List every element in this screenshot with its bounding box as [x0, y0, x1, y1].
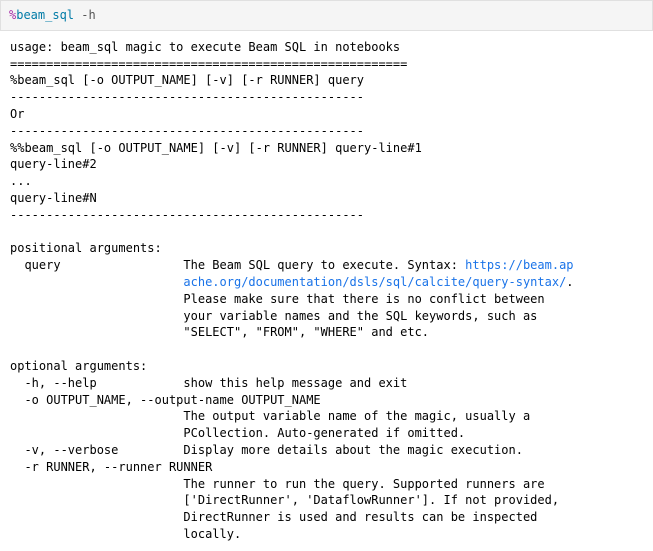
cell-usage-line-4: query-line#N [10, 191, 97, 205]
dash-rule-2: ----------------------------------------… [10, 124, 364, 138]
magic-flag: -h [74, 8, 96, 22]
runner-line-4: DirectRunner is used and results can be … [10, 510, 537, 524]
syntax-link[interactable]: https://beam.ap [465, 258, 573, 272]
dash-rule: ----------------------------------------… [10, 90, 364, 104]
cell-usage-line-2: query-line#2 [10, 157, 97, 171]
cell-usage-line-3: ... [10, 174, 32, 188]
output-name-line-3: PCollection. Auto-generated if omitted. [10, 426, 465, 440]
query-desc-line-4: your variable names and the SQL keywords… [10, 309, 537, 323]
query-desc-line-5: "SELECT", "FROM", "WHERE" and etc. [10, 325, 429, 339]
usage-line: usage: beam_sql magic to execute Beam SQ… [10, 40, 400, 54]
runner-line-1: -r RUNNER, --runner RUNNER [10, 460, 212, 474]
runner-line-5: locally. [10, 527, 241, 541]
positional-header: positional arguments: [10, 241, 162, 255]
rule-line: ========================================… [10, 57, 407, 71]
magic-command: beam_sql [16, 8, 74, 22]
query-desc-line-2b: . [566, 275, 573, 289]
output-name-line-1: -o OUTPUT_NAME, --output-name OUTPUT_NAM… [10, 393, 321, 407]
single-usage-line: %beam_sql [-o OUTPUT_NAME] [-v] [-r RUNN… [10, 73, 364, 87]
verbose-line: -v, --verbose Display more details about… [10, 443, 523, 457]
runner-line-3: ['DirectRunner', 'DataflowRunner']. If n… [10, 493, 559, 507]
or-line: Or [10, 107, 24, 121]
help-line: -h, --help show this help message and ex… [10, 376, 407, 390]
output-name-line-2: The output variable name of the magic, u… [10, 409, 530, 423]
cell-output: usage: beam_sql magic to execute Beam SQ… [0, 31, 653, 551]
query-desc-line-3: Please make sure that there is no confli… [10, 292, 545, 306]
code-input-cell: %beam_sql -h [0, 0, 653, 31]
runner-line-2: The runner to run the query. Supported r… [10, 477, 545, 491]
optional-header: optional arguments: [10, 359, 147, 373]
dash-rule-3: ----------------------------------------… [10, 208, 364, 222]
syntax-link-cont[interactable]: ache.org/documentation/dsls/sql/calcite/… [10, 275, 566, 289]
query-desc-line-1: query The Beam SQL query to execute. Syn… [10, 258, 465, 272]
cell-usage-line-1: %%beam_sql [-o OUTPUT_NAME] [-v] [-r RUN… [10, 141, 422, 155]
